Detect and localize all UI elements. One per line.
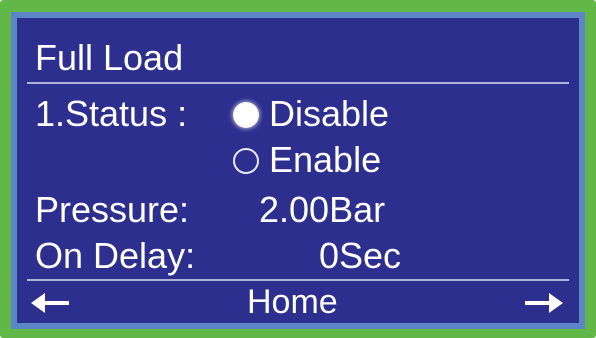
pressure-value[interactable]: 2.00Bar <box>259 190 385 230</box>
on-delay-label: On Delay: <box>35 235 196 276</box>
lcd-screen: Full Load 1.Status : Disable Enable Pres… <box>17 18 579 323</box>
radio-selected-icon[interactable] <box>233 102 259 128</box>
left-arrow-icon[interactable] <box>31 290 71 316</box>
title-divider <box>27 82 569 84</box>
radio-unselected-icon[interactable] <box>233 148 259 174</box>
on-delay-value[interactable]: 0Sec <box>319 236 401 276</box>
home-button[interactable]: Home <box>247 282 338 322</box>
status-option-label: Disable <box>269 93 390 134</box>
status-option-label: Enable <box>269 139 382 180</box>
right-arrow-icon[interactable] <box>523 290 563 316</box>
status-label: 1.Status : <box>35 93 188 134</box>
page-title: Full Load <box>35 37 184 78</box>
nav-divider <box>27 279 569 281</box>
pressure-label: Pressure: <box>35 189 190 230</box>
